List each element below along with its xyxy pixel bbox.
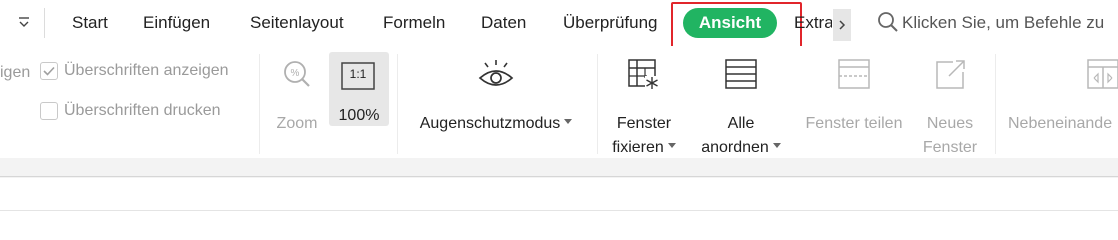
group-separator bbox=[397, 54, 398, 154]
group-separator bbox=[597, 54, 598, 154]
command-search-input[interactable]: Klicken Sie, um Befehle zu bbox=[902, 11, 1104, 35]
print-headings-checkbox[interactable] bbox=[40, 102, 58, 120]
search-icon[interactable] bbox=[876, 10, 900, 34]
tab-seitenlayout[interactable]: Seitenlayout bbox=[250, 11, 344, 35]
cut-off-label: igen bbox=[0, 64, 31, 81]
show-headings-option[interactable]: Überschriften anzeigen bbox=[40, 62, 229, 80]
freeze-panes-label-line1: Fenster bbox=[616, 115, 672, 132]
tab-extras[interactable]: Extras bbox=[794, 11, 832, 35]
split-window-label: Fenster teilen bbox=[805, 115, 903, 132]
svg-text:%: % bbox=[291, 68, 300, 79]
tab-formeln[interactable]: Formeln bbox=[383, 11, 445, 35]
group-separator bbox=[259, 54, 260, 154]
group-separator bbox=[995, 54, 996, 154]
new-window-label-line1: Neues bbox=[926, 115, 974, 132]
zoom-100-icon-text: 1:1 bbox=[349, 67, 367, 81]
new-window-icon bbox=[933, 56, 967, 92]
more-tabs-chevron-icon[interactable] bbox=[833, 9, 851, 41]
tab-start[interactable]: Start bbox=[72, 11, 108, 35]
side-by-side-icon bbox=[1086, 56, 1118, 92]
arrange-all-icon bbox=[724, 56, 758, 92]
chevron-down-icon bbox=[667, 143, 676, 149]
eye-icon bbox=[477, 56, 515, 92]
ribbon-bottom-band bbox=[0, 158, 1118, 178]
split-window-button[interactable]: Fenster teilen bbox=[798, 56, 910, 136]
freeze-panes-label-line2: fixieren bbox=[612, 136, 676, 160]
tab-separator bbox=[44, 8, 45, 38]
chevron-down-icon bbox=[564, 119, 573, 125]
show-headings-checkbox[interactable] bbox=[40, 62, 58, 80]
zoom-100-icon: 1:1 bbox=[341, 62, 375, 95]
tab-einfuegen[interactable]: Einfügen bbox=[143, 11, 210, 35]
new-window-label-line2: Fenster bbox=[922, 139, 978, 156]
zoom-100-label: 100% bbox=[338, 107, 380, 124]
quick-access-dropdown-icon[interactable] bbox=[14, 12, 34, 34]
show-headings-label: Überschriften anzeigen bbox=[64, 62, 229, 79]
arrange-all-label-line2: anordnen bbox=[701, 136, 781, 160]
chevron-down-icon bbox=[772, 143, 781, 149]
formula-bar-bottom-border bbox=[0, 210, 1118, 211]
highlight-box bbox=[671, 2, 802, 49]
tab-daten[interactable]: Daten bbox=[481, 11, 526, 35]
tab-ueberpruefung[interactable]: Überprüfung bbox=[563, 11, 658, 35]
zoom-icon: % bbox=[282, 56, 312, 92]
eye-protection-button[interactable]: Augenschutzmodus bbox=[408, 56, 584, 136]
zoom-100-button[interactable]: 1:1 100% bbox=[329, 52, 389, 126]
ribbon-tab-bar: Start Einfügen Seitenlayout Formeln Date… bbox=[0, 0, 1118, 49]
freeze-panes-button[interactable]: Fenster fixieren bbox=[604, 56, 684, 160]
zoom-label: Zoom bbox=[276, 115, 318, 132]
arrange-all-button[interactable]: Alle anordnen bbox=[695, 56, 787, 160]
print-headings-label: Überschriften drucken bbox=[64, 102, 221, 119]
split-window-icon bbox=[837, 56, 871, 92]
side-by-side-button[interactable]: Nebeneinande bbox=[1008, 56, 1118, 136]
formula-bar-top-border bbox=[0, 176, 1118, 177]
zoom-button[interactable]: % Zoom bbox=[268, 56, 326, 136]
ribbon-toolbar: igen Überschriften anzeigen Überschrifte… bbox=[0, 46, 1118, 158]
eye-protection-label: Augenschutzmodus bbox=[420, 112, 573, 136]
side-by-side-label: Nebeneinande bbox=[1008, 115, 1113, 132]
arrange-all-label-line1: Alle bbox=[727, 115, 755, 132]
freeze-panes-icon bbox=[627, 56, 661, 92]
new-window-button[interactable]: Neues Fenster bbox=[916, 56, 984, 160]
print-headings-option[interactable]: Überschriften drucken bbox=[40, 102, 221, 120]
